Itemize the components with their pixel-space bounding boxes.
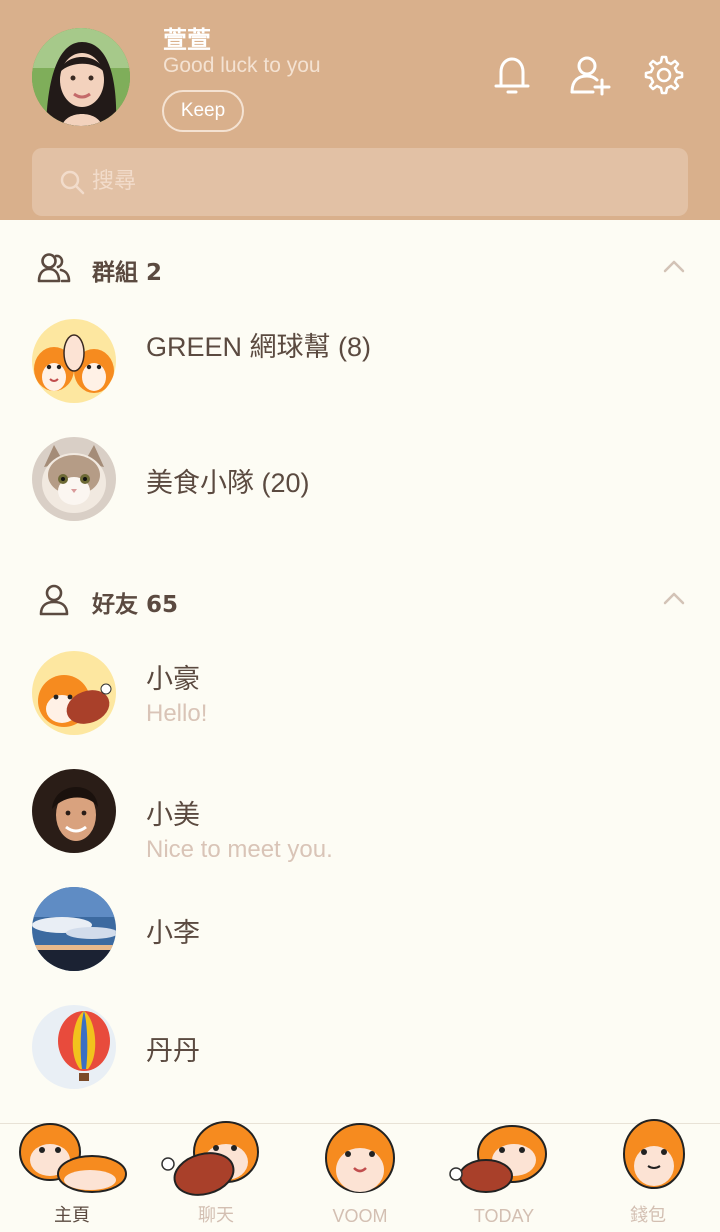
tab-label: TODAY <box>473 1206 535 1226</box>
chevron-up-icon[interactable] <box>660 586 688 610</box>
tab-voom[interactable]: VOOM <box>288 1123 432 1232</box>
keep-button[interactable]: Keep <box>162 90 244 132</box>
add-friend-icon[interactable] <box>567 52 613 98</box>
friend-avatar <box>32 887 116 971</box>
friends-section-header[interactable]: 好友 65 <box>0 568 720 628</box>
tab-chat[interactable]: 聊天 <box>144 1121 288 1232</box>
gear-icon[interactable] <box>641 52 687 98</box>
tab-label: 主頁 <box>54 1205 90 1225</box>
friend-name: 丹丹 <box>146 1036 200 1066</box>
friend-icon <box>39 584 69 616</box>
hamster-voom-icon <box>325 1123 395 1193</box>
profile-avatar[interactable] <box>32 28 130 126</box>
friend-avatar <box>32 769 116 853</box>
group-row[interactable]: GREEN 網球幫 (8) <box>0 319 720 437</box>
hamster-wallet-icon <box>623 1119 685 1189</box>
friend-name: 小李 <box>146 918 200 948</box>
group-icon <box>37 253 71 283</box>
chevron-up-icon[interactable] <box>660 254 688 278</box>
hamster-avatar <box>32 319 116 403</box>
bell-icon[interactable] <box>489 52 535 98</box>
hamster-home-icon <box>19 1123 127 1193</box>
profile-photo <box>32 28 130 126</box>
sky-photo <box>32 887 116 971</box>
tab-label: VOOM <box>332 1206 388 1226</box>
friend-avatar <box>32 651 116 735</box>
group-row[interactable]: 美食小隊 (20) <box>0 437 720 555</box>
woman-photo <box>32 769 116 853</box>
search-input[interactable]: 搜尋 <box>92 148 136 216</box>
friend-status: Hello! <box>146 700 208 727</box>
profile-name: 萱萱 <box>163 26 211 54</box>
friend-name: 小豪 <box>146 664 200 694</box>
friend-row[interactable]: 丹丹 <box>0 1005 720 1123</box>
group-name: 美食小隊 (20) <box>146 468 310 498</box>
friend-row[interactable]: 小李 <box>0 887 720 1005</box>
friend-status: Nice to meet you. <box>146 836 333 863</box>
profile-status-message[interactable]: Good luck to you <box>163 54 321 78</box>
cat-avatar <box>32 437 116 521</box>
balloon-photo <box>32 1005 116 1089</box>
tab-wallet[interactable]: 錢包 <box>576 1119 720 1232</box>
hamster-chat-icon <box>161 1121 259 1196</box>
group-avatar <box>32 437 116 521</box>
tab-home[interactable]: 主頁 <box>0 1123 144 1232</box>
hamster-avatar <box>32 651 116 735</box>
groups-section-title: 群組 2 <box>92 260 163 286</box>
search-icon <box>60 170 85 195</box>
tab-label: 聊天 <box>198 1205 234 1225</box>
search-bar[interactable]: 搜尋 <box>32 148 688 216</box>
friends-section-title: 好友 65 <box>92 592 179 618</box>
friend-name: 小美 <box>146 800 200 830</box>
profile-header: 萱萱 Good luck to you Keep 搜尋 <box>0 0 720 220</box>
group-name: GREEN 網球幫 (8) <box>146 332 372 362</box>
tab-today[interactable]: TODAY <box>432 1124 576 1232</box>
group-avatar <box>32 319 116 403</box>
friend-row[interactable]: 小豪 Hello! <box>0 651 720 769</box>
tab-label: 錢包 <box>630 1205 666 1225</box>
hamster-today-icon <box>449 1125 547 1193</box>
groups-section-header[interactable]: 群組 2 <box>0 236 720 296</box>
friend-row[interactable]: 小美 Nice to meet you. <box>0 769 720 887</box>
friend-avatar <box>32 1005 116 1089</box>
bottom-tab-bar: 主頁 聊天 VOOM TODAY 錢包 <box>0 1119 720 1232</box>
